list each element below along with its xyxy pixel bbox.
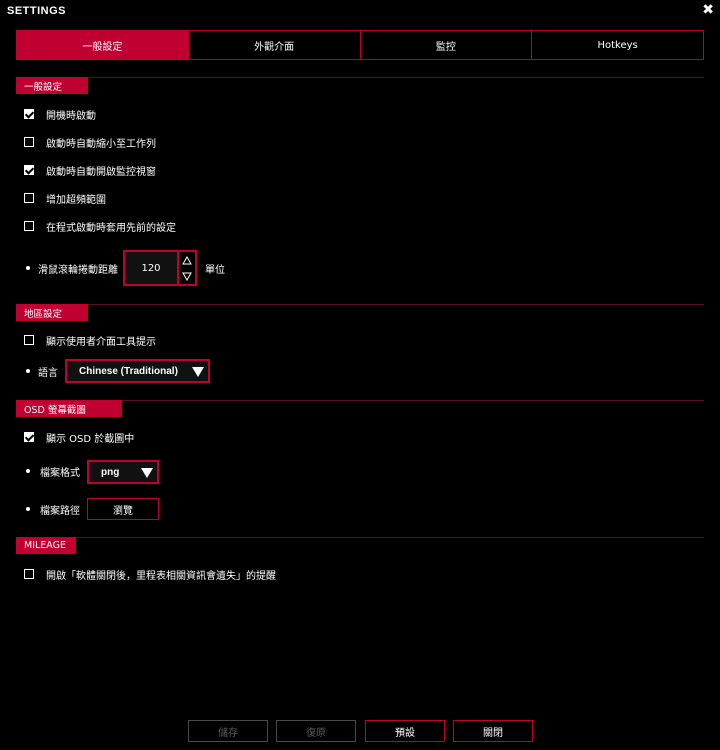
- section-divider: [16, 77, 704, 78]
- restore-button[interactable]: 復原: [276, 720, 356, 742]
- checkbox-extend-overclock[interactable]: [24, 193, 34, 203]
- option-label: 顯示 OSD 於截圖中: [46, 433, 135, 445]
- option-label: 啟動時自動縮小至工作列: [46, 138, 156, 150]
- save-button[interactable]: 儲存: [188, 720, 268, 742]
- section-mileage-label: MILEAGE: [16, 537, 76, 554]
- bullet: [26, 369, 30, 373]
- section-general: 一般設定: [16, 77, 704, 95]
- stepper-arrows: [179, 252, 195, 284]
- language-value: Chinese (Traditional): [79, 365, 178, 377]
- file-format-value: png: [101, 466, 120, 478]
- window-title: SETTINGS: [7, 5, 67, 17]
- option-label: 在程式啟動時套用先前的設定: [46, 222, 176, 234]
- option-show-tooltips[interactable]: 顯示使用者介面工具提示: [24, 333, 156, 348]
- tab-general[interactable]: 一般設定: [16, 30, 189, 60]
- triangle-down-icon: [141, 468, 153, 478]
- option-extend-overclock[interactable]: 增加超頻範圍: [24, 191, 106, 206]
- language-label: 語言: [38, 368, 58, 379]
- checkbox-mileage-reminder[interactable]: [24, 569, 34, 579]
- tab-bar: 一般設定 外觀介面 監控 Hotkeys: [16, 30, 704, 60]
- option-minimize-to-tray[interactable]: 啟動時自動縮小至工作列: [24, 135, 156, 150]
- section-divider: [16, 304, 704, 305]
- checkbox-show-osd[interactable]: [24, 432, 34, 442]
- triangle-down-icon[interactable]: [179, 268, 195, 284]
- bullet: [26, 266, 30, 270]
- browse-button[interactable]: 瀏覽: [87, 498, 159, 520]
- option-label: 開機時啟動: [46, 110, 96, 122]
- triangle-down-icon: [192, 367, 204, 377]
- checkbox-minimize-to-tray[interactable]: [24, 137, 34, 147]
- bullet: [26, 507, 30, 511]
- option-start-on-boot[interactable]: 開機時啟動: [24, 107, 96, 122]
- checkbox-open-monitor[interactable]: [24, 165, 34, 175]
- section-osd: OSD 螢幕截圖: [16, 400, 704, 418]
- option-apply-previous[interactable]: 在程式啟動時套用先前的設定: [24, 219, 176, 234]
- option-label: 增加超頻範圍: [46, 194, 106, 206]
- option-label: 啟動時自動開啟監控視窗: [46, 166, 156, 178]
- section-region: 地區設定: [16, 304, 704, 322]
- scroll-distance-value[interactable]: 120: [125, 252, 179, 284]
- scroll-unit-label: 單位: [205, 265, 225, 276]
- option-open-monitor[interactable]: 啟動時自動開啟監控視窗: [24, 163, 156, 178]
- scroll-distance-label: 滑鼠滾輪捲動距離: [38, 265, 118, 276]
- title-bar: SETTINGS ✖: [0, 0, 720, 24]
- file-format-dropdown[interactable]: png: [87, 460, 159, 484]
- section-osd-label: OSD 螢幕截圖: [16, 400, 122, 417]
- bullet: [26, 469, 30, 473]
- tab-appearance[interactable]: 外觀介面: [187, 30, 361, 60]
- scroll-distance-stepper[interactable]: 120: [123, 250, 197, 286]
- checkbox-apply-previous[interactable]: [24, 221, 34, 231]
- option-label: 開啟「軟體關閉後，里程表相關資訊會遺失」的提醒: [46, 570, 276, 582]
- close-icon[interactable]: ✖: [702, 3, 714, 17]
- checkbox-show-tooltips[interactable]: [24, 335, 34, 345]
- file-path-label: 檔案路徑: [40, 506, 80, 517]
- section-general-label: 一般設定: [16, 77, 88, 94]
- default-button[interactable]: 預設: [365, 720, 445, 742]
- section-mileage: MILEAGE: [16, 537, 704, 555]
- option-show-osd[interactable]: 顯示 OSD 於截圖中: [24, 430, 135, 445]
- section-divider: [16, 537, 704, 538]
- checkbox-start-on-boot[interactable]: [24, 109, 34, 119]
- close-button[interactable]: 關閉: [453, 720, 533, 742]
- tab-monitoring[interactable]: 監控: [359, 30, 533, 60]
- language-dropdown[interactable]: Chinese (Traditional): [65, 359, 210, 383]
- tab-hotkeys[interactable]: Hotkeys: [531, 30, 704, 60]
- file-format-label: 檔案格式: [40, 468, 80, 479]
- section-region-label: 地區設定: [16, 304, 88, 321]
- option-mileage-reminder[interactable]: 開啟「軟體關閉後，里程表相關資訊會遺失」的提醒: [24, 567, 276, 582]
- triangle-up-icon[interactable]: [179, 252, 195, 268]
- option-label: 顯示使用者介面工具提示: [46, 336, 156, 348]
